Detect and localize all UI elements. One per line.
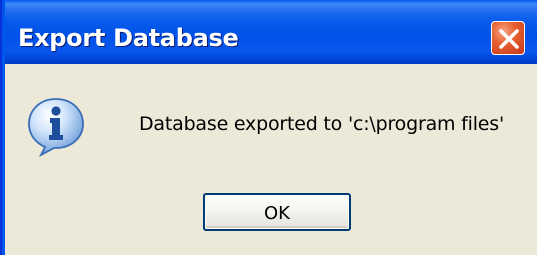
- close-button[interactable]: [491, 21, 525, 55]
- close-icon: [499, 29, 519, 49]
- info-icon: [28, 98, 84, 157]
- title-bar[interactable]: Export Database: [0, 0, 537, 64]
- window-title: Export Database: [18, 24, 239, 52]
- export-database-dialog: Export Database Database exported to 'c:…: [0, 0, 537, 255]
- ok-button[interactable]: OK: [203, 193, 351, 231]
- ok-button-label: OK: [264, 203, 290, 224]
- message-text: Database exported to 'c:\program files': [139, 113, 505, 135]
